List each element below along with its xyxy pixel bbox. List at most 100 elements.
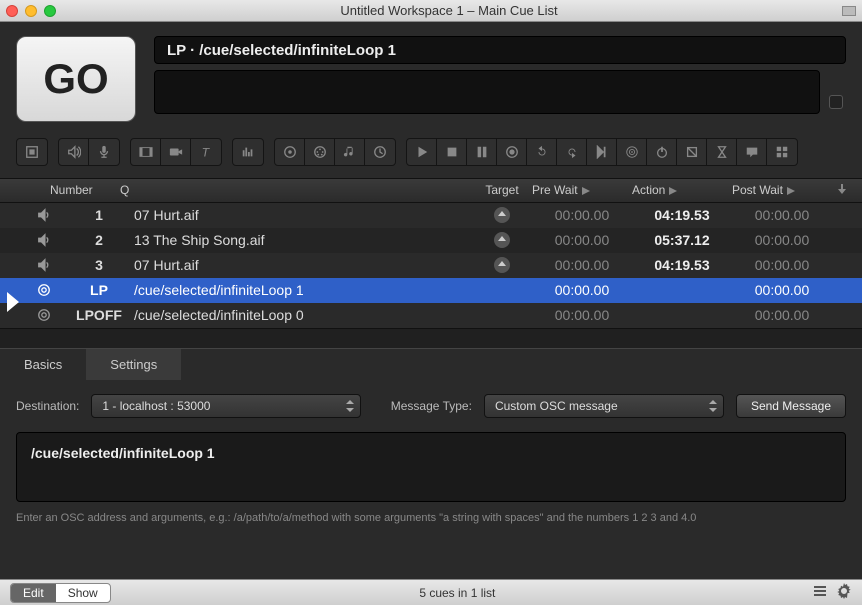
midi-file-cue-button[interactable] (335, 139, 365, 165)
minimize-window-button[interactable] (25, 5, 37, 17)
network-icon (24, 308, 64, 322)
wait-button[interactable] (707, 139, 737, 165)
go-button[interactable]: GO (16, 36, 136, 122)
script-button[interactable] (767, 139, 797, 165)
power-button[interactable] (647, 139, 677, 165)
cue-target[interactable] (472, 232, 532, 248)
cue-row[interactable]: 213 The Ship Song.aif 00:00.0005:37.1200:… (0, 228, 862, 253)
svg-text:T: T (202, 145, 211, 159)
action-time[interactable]: 04:19.53 (632, 207, 732, 223)
cue-number: 2 (64, 232, 134, 248)
audio-icon (24, 258, 64, 272)
cue-notes-field[interactable] (154, 70, 820, 114)
cue-table-header: Number Q Target Pre Wait Action Post Wai… (0, 178, 862, 203)
tab-settings[interactable]: Settings (86, 349, 181, 380)
cue-name: 07 Hurt.aif (134, 257, 472, 273)
devamp-button[interactable] (587, 139, 617, 165)
audio-icon (24, 208, 64, 222)
traffic-lights (6, 5, 56, 17)
audio-icon (24, 233, 64, 247)
cue-name: /cue/selected/infiniteLoop 1 (134, 282, 472, 298)
message-type-label: Message Type: (391, 399, 472, 413)
toolbar: T (0, 132, 862, 178)
cue-row[interactable]: 107 Hurt.aif 00:00.0004:19.5300:00.00 (0, 203, 862, 228)
destination-label: Destination: (16, 399, 79, 413)
reset-button[interactable] (527, 139, 557, 165)
arm-button[interactable] (677, 139, 707, 165)
cue-row[interactable]: 307 Hurt.aif 00:00.0004:19.5300:00.00 (0, 253, 862, 278)
mic-cue-button[interactable] (89, 139, 119, 165)
pause-button[interactable] (467, 139, 497, 165)
post-wait[interactable]: 00:00.00 (732, 207, 832, 223)
midi-cue-button[interactable] (305, 139, 335, 165)
col-continue[interactable] (832, 183, 852, 198)
post-wait[interactable]: 00:00.00 (732, 307, 832, 323)
osc-hint: Enter an OSC address and arguments, e.g.… (0, 502, 862, 540)
cue-number: LP (64, 282, 134, 298)
pre-wait[interactable]: 00:00.00 (532, 282, 632, 298)
tab-basics[interactable]: Basics (0, 349, 86, 380)
network-icon (24, 283, 64, 297)
fullscreen-button[interactable] (842, 6, 856, 16)
fade-cue-button[interactable] (233, 139, 263, 165)
close-window-button[interactable] (6, 5, 18, 17)
preview-button[interactable] (557, 139, 587, 165)
pre-wait[interactable]: 00:00.00 (532, 257, 632, 273)
send-message-button[interactable]: Send Message (736, 394, 846, 418)
cue-number: LPOFF (64, 307, 134, 323)
zoom-window-button[interactable] (44, 5, 56, 17)
play-button[interactable] (407, 139, 437, 165)
target-button[interactable] (617, 139, 647, 165)
camera-cue-button[interactable] (161, 139, 191, 165)
memo-button[interactable] (737, 139, 767, 165)
col-q[interactable]: Q (120, 183, 472, 198)
selected-cue-name[interactable]: LP · /cue/selected/infiniteLoop 1 (154, 36, 846, 64)
cue-number: 3 (64, 257, 134, 273)
flag-checkbox[interactable] (829, 95, 843, 109)
mode-toggle[interactable]: Edit Show (10, 583, 111, 603)
post-wait[interactable]: 00:00.00 (732, 232, 832, 248)
pre-wait[interactable]: 00:00.00 (532, 232, 632, 248)
timecode-cue-button[interactable] (365, 139, 395, 165)
action-time[interactable]: 04:19.53 (632, 257, 732, 273)
cue-row[interactable]: LPOFF/cue/selected/infiniteLoop 0 00:00.0… (0, 303, 862, 328)
post-wait[interactable]: 00:00.00 (732, 257, 832, 273)
gear-icon[interactable] (828, 583, 852, 602)
col-postwait[interactable]: Post Wait (732, 183, 832, 198)
pre-wait[interactable]: 00:00.00 (532, 207, 632, 223)
audio-cue-button[interactable] (59, 139, 89, 165)
stop-button[interactable] (437, 139, 467, 165)
cue-name: 13 The Ship Song.aif (134, 232, 472, 248)
group-cue-button[interactable] (17, 139, 47, 165)
pre-wait[interactable]: 00:00.00 (532, 307, 632, 323)
post-wait[interactable]: 00:00.00 (732, 282, 832, 298)
window-titlebar: Untitled Workspace 1 – Main Cue List (0, 0, 862, 22)
col-number[interactable]: Number (50, 183, 120, 198)
cue-name: /cue/selected/infiniteLoop 0 (134, 307, 472, 323)
message-type-select[interactable]: Custom OSC message (484, 394, 724, 418)
cue-name: 07 Hurt.aif (134, 207, 472, 223)
text-cue-button[interactable]: T (191, 139, 221, 165)
load-button[interactable] (497, 139, 527, 165)
osc-command-input[interactable]: /cue/selected/infiniteLoop 1 (16, 432, 846, 502)
cue-target[interactable] (472, 207, 532, 223)
show-mode-button[interactable]: Show (56, 584, 110, 602)
col-target[interactable]: Target (472, 183, 532, 198)
edit-mode-button[interactable]: Edit (11, 584, 56, 602)
col-prewait[interactable]: Pre Wait (532, 183, 632, 198)
video-cue-button[interactable] (131, 139, 161, 165)
status-text: 5 cues in 1 list (111, 586, 804, 600)
destination-select[interactable]: 1 - localhost : 53000 (91, 394, 361, 418)
cue-number: 1 (64, 207, 134, 223)
cue-row[interactable]: LP/cue/selected/infiniteLoop 1 00:00.00 00… (0, 278, 862, 303)
window-title: Untitled Workspace 1 – Main Cue List (56, 3, 842, 18)
cue-list[interactable]: 107 Hurt.aif00:00.0004:19.5300:00.00213 … (0, 203, 862, 328)
cue-target[interactable] (472, 257, 532, 273)
standby-icon (7, 292, 19, 315)
list-icon[interactable] (804, 583, 828, 602)
network-cue-button[interactable] (275, 139, 305, 165)
inspector-tabs: Basics Settings (0, 348, 862, 380)
col-action[interactable]: Action (632, 183, 732, 198)
footer: Edit Show 5 cues in 1 list (0, 579, 862, 605)
action-time[interactable]: 05:37.12 (632, 232, 732, 248)
